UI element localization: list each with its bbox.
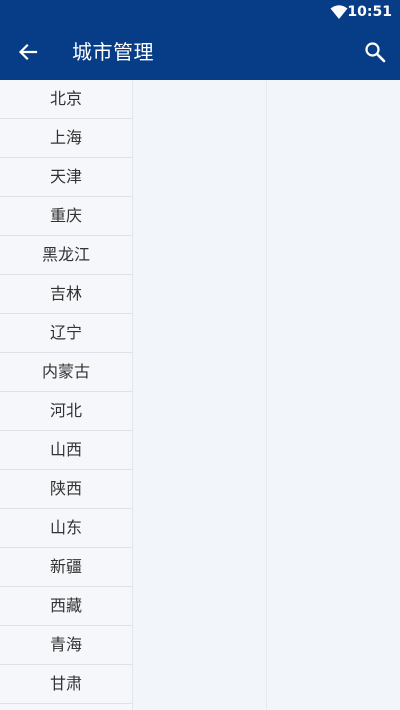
province-item[interactable]: 辽宁 (0, 314, 132, 353)
province-item[interactable]: 甘肃 (0, 665, 132, 704)
province-item[interactable]: 内蒙古 (0, 353, 132, 392)
city-list[interactable] (133, 80, 267, 710)
app-bar: 城市管理 (0, 24, 400, 80)
search-icon[interactable] (360, 37, 390, 67)
province-item[interactable]: 重庆 (0, 197, 132, 236)
region-picker: 北京 上海 天津 重庆 黑龙江 吉林 辽宁 内蒙古 河北 山西 陕西 山东 新疆 西藏 青海 甘肃 (0, 80, 400, 710)
status-bar: 10:51 (0, 0, 400, 24)
province-item[interactable]: 天津 (0, 158, 132, 197)
province-item[interactable]: 西藏 (0, 587, 132, 626)
wifi-icon (330, 4, 348, 20)
arrow-left-icon[interactable] (14, 38, 42, 66)
district-list[interactable] (267, 80, 400, 710)
status-time: 10:51 (347, 4, 392, 20)
province-item[interactable]: 新疆 (0, 548, 132, 587)
province-item[interactable]: 上海 (0, 119, 132, 158)
province-item[interactable]: 陕西 (0, 470, 132, 509)
province-item[interactable]: 青海 (0, 626, 132, 665)
province-item[interactable]: 吉林 (0, 275, 132, 314)
province-item[interactable]: 山西 (0, 431, 132, 470)
page-title: 城市管理 (72, 40, 154, 64)
province-item[interactable]: 河北 (0, 392, 132, 431)
province-list[interactable]: 北京 上海 天津 重庆 黑龙江 吉林 辽宁 内蒙古 河北 山西 陕西 山东 新疆 西藏 青海 甘肃 (0, 80, 133, 710)
province-item[interactable]: 北京 (0, 80, 132, 119)
province-item[interactable]: 黑龙江 (0, 236, 132, 275)
province-item[interactable]: 山东 (0, 509, 132, 548)
